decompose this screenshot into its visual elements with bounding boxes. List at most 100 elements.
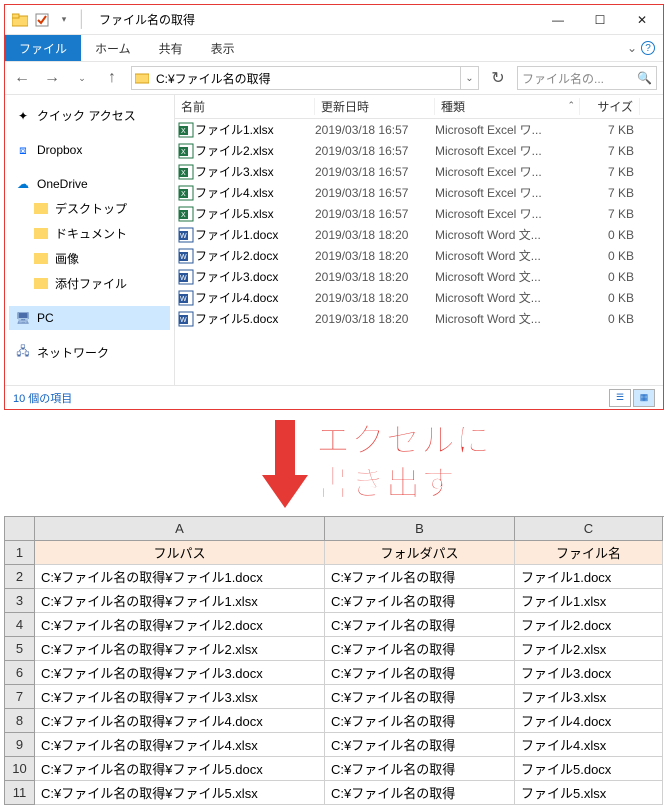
cell[interactable]: C:¥ファイル名の取得: [325, 781, 515, 805]
cell[interactable]: C:¥ファイル名の取得¥ファイル3.docx: [35, 661, 325, 685]
cell[interactable]: C:¥ファイル名の取得: [325, 757, 515, 781]
col-header-size[interactable]: サイズ: [580, 98, 640, 115]
tab-view[interactable]: 表示: [197, 35, 249, 61]
nav-onedrive[interactable]: ☁OneDrive: [9, 172, 170, 196]
cell[interactable]: C:¥ファイル名の取得¥ファイル4.xlsx: [35, 733, 325, 757]
select-all-corner[interactable]: [5, 517, 35, 541]
row-header[interactable]: 10: [5, 757, 35, 781]
col-header-B[interactable]: B: [325, 517, 515, 541]
cell[interactable]: C:¥ファイル名の取得¥ファイル4.docx: [35, 709, 325, 733]
file-row[interactable]: Xファイル4.xlsx2019/03/18 16:57Microsoft Exc…: [175, 182, 663, 203]
row-header[interactable]: 3: [5, 589, 35, 613]
search-box[interactable]: ファイル名の... 🔍: [517, 66, 657, 90]
row-header[interactable]: 8: [5, 709, 35, 733]
address-input[interactable]: [152, 67, 460, 89]
file-row[interactable]: Xファイル5.xlsx2019/03/18 16:57Microsoft Exc…: [175, 203, 663, 224]
header-cell[interactable]: フルパス: [35, 541, 325, 565]
nav-desktop[interactable]: デスクトップ: [9, 196, 170, 221]
cell[interactable]: ファイル2.xlsx: [515, 637, 663, 661]
col-header-name[interactable]: 名前: [175, 98, 315, 115]
cell[interactable]: C:¥ファイル名の取得: [325, 661, 515, 685]
view-icons-button[interactable]: ▦: [633, 389, 655, 407]
nav-dropbox[interactable]: ⧈Dropbox: [9, 138, 170, 162]
cell[interactable]: C:¥ファイル名の取得: [325, 733, 515, 757]
nav-documents[interactable]: ドキュメント: [9, 221, 170, 246]
nav-pc[interactable]: 🖥PC: [9, 306, 170, 330]
cell[interactable]: C:¥ファイル名の取得: [325, 685, 515, 709]
cell[interactable]: ファイル1.xlsx: [515, 589, 663, 613]
cell[interactable]: C:¥ファイル名の取得¥ファイル5.xlsx: [35, 781, 325, 805]
row-header[interactable]: 2: [5, 565, 35, 589]
row-header[interactable]: 11: [5, 781, 35, 805]
file-name: ファイル3.docx: [195, 268, 315, 285]
file-row[interactable]: Xファイル1.xlsx2019/03/18 16:57Microsoft Exc…: [175, 119, 663, 140]
cell[interactable]: C:¥ファイル名の取得¥ファイル3.xlsx: [35, 685, 325, 709]
nav-history-button[interactable]: ⌄: [71, 67, 93, 89]
nav-quick-access[interactable]: ✦クイック アクセス: [9, 103, 170, 128]
nav-pictures[interactable]: 画像: [9, 246, 170, 271]
close-button[interactable]: ✕: [621, 6, 663, 34]
nav-network[interactable]: 🖧ネットワーク: [9, 340, 170, 365]
checkbox-icon[interactable]: [33, 11, 51, 29]
qat-overflow-icon[interactable]: ▾: [55, 11, 73, 29]
nav-forward-button[interactable]: →: [41, 67, 63, 89]
file-icon: W: [177, 227, 195, 243]
refresh-button[interactable]: ↻: [487, 68, 509, 88]
status-text: 10 個の項目: [13, 390, 72, 406]
row-header[interactable]: 9: [5, 733, 35, 757]
cell[interactable]: C:¥ファイル名の取得¥ファイル5.docx: [35, 757, 325, 781]
cell[interactable]: C:¥ファイル名の取得: [325, 709, 515, 733]
cell[interactable]: ファイル3.xlsx: [515, 685, 663, 709]
row-header[interactable]: 1: [5, 541, 35, 565]
maximize-button[interactable]: ☐: [579, 6, 621, 34]
cell[interactable]: C:¥ファイル名の取得: [325, 565, 515, 589]
chevron-down-icon: ⌄: [627, 41, 637, 55]
address-dropdown[interactable]: ⌄: [460, 67, 478, 89]
cell[interactable]: C:¥ファイル名の取得¥ファイル1.xlsx: [35, 589, 325, 613]
tab-file[interactable]: ファイル: [5, 35, 81, 61]
cell[interactable]: ファイル1.docx: [515, 565, 663, 589]
minimize-button[interactable]: ―: [537, 6, 579, 34]
row-header[interactable]: 7: [5, 685, 35, 709]
ribbon-expand[interactable]: ⌄?: [619, 35, 663, 61]
file-row[interactable]: Wファイル3.docx2019/03/18 18:20Microsoft Wor…: [175, 266, 663, 287]
address-bar[interactable]: ⌄: [131, 66, 479, 90]
cell[interactable]: C:¥ファイル名の取得¥ファイル2.docx: [35, 613, 325, 637]
tab-home[interactable]: ホーム: [81, 35, 145, 61]
nav-attach[interactable]: 添付ファイル: [9, 271, 170, 296]
file-row[interactable]: Xファイル3.xlsx2019/03/18 16:57Microsoft Exc…: [175, 161, 663, 182]
file-row[interactable]: Wファイル4.docx2019/03/18 18:20Microsoft Wor…: [175, 287, 663, 308]
row-header[interactable]: 4: [5, 613, 35, 637]
file-row[interactable]: Xファイル2.xlsx2019/03/18 16:57Microsoft Exc…: [175, 140, 663, 161]
file-row[interactable]: Wファイル5.docx2019/03/18 18:20Microsoft Wor…: [175, 308, 663, 329]
tab-share[interactable]: 共有: [145, 35, 197, 61]
nav-up-button[interactable]: ↑: [101, 67, 123, 89]
nav-back-button[interactable]: ←: [11, 67, 33, 89]
cell[interactable]: ファイル2.docx: [515, 613, 663, 637]
header-cell[interactable]: フォルダパス: [325, 541, 515, 565]
cell[interactable]: C:¥ファイル名の取得: [325, 589, 515, 613]
col-header-type[interactable]: 種類: [435, 98, 580, 115]
cell[interactable]: ファイル4.docx: [515, 709, 663, 733]
cell[interactable]: C:¥ファイル名の取得¥ファイル2.xlsx: [35, 637, 325, 661]
row-header[interactable]: 6: [5, 661, 35, 685]
col-header-C[interactable]: C: [515, 517, 663, 541]
view-details-button[interactable]: ☰: [609, 389, 631, 407]
cell[interactable]: C:¥ファイル名の取得: [325, 637, 515, 661]
col-header-A[interactable]: A: [35, 517, 325, 541]
cell[interactable]: C:¥ファイル名の取得: [325, 613, 515, 637]
file-row[interactable]: Wファイル1.docx2019/03/18 18:20Microsoft Wor…: [175, 224, 663, 245]
file-row[interactable]: Wファイル2.docx2019/03/18 18:20Microsoft Wor…: [175, 245, 663, 266]
cell[interactable]: ファイル3.docx: [515, 661, 663, 685]
cell[interactable]: ファイル5.docx: [515, 757, 663, 781]
cell[interactable]: ファイル5.xlsx: [515, 781, 663, 805]
file-icon: X: [177, 143, 195, 159]
excel-row: 3C:¥ファイル名の取得¥ファイル1.xlsxC:¥ファイル名の取得ファイル1.…: [5, 589, 664, 613]
svg-text:W: W: [180, 296, 187, 303]
cell[interactable]: C:¥ファイル名の取得¥ファイル1.docx: [35, 565, 325, 589]
row-header[interactable]: 5: [5, 637, 35, 661]
help-icon[interactable]: ?: [641, 41, 655, 55]
cell[interactable]: ファイル4.xlsx: [515, 733, 663, 757]
header-cell[interactable]: ファイル名: [515, 541, 663, 565]
col-header-date[interactable]: 更新日時: [315, 98, 435, 115]
